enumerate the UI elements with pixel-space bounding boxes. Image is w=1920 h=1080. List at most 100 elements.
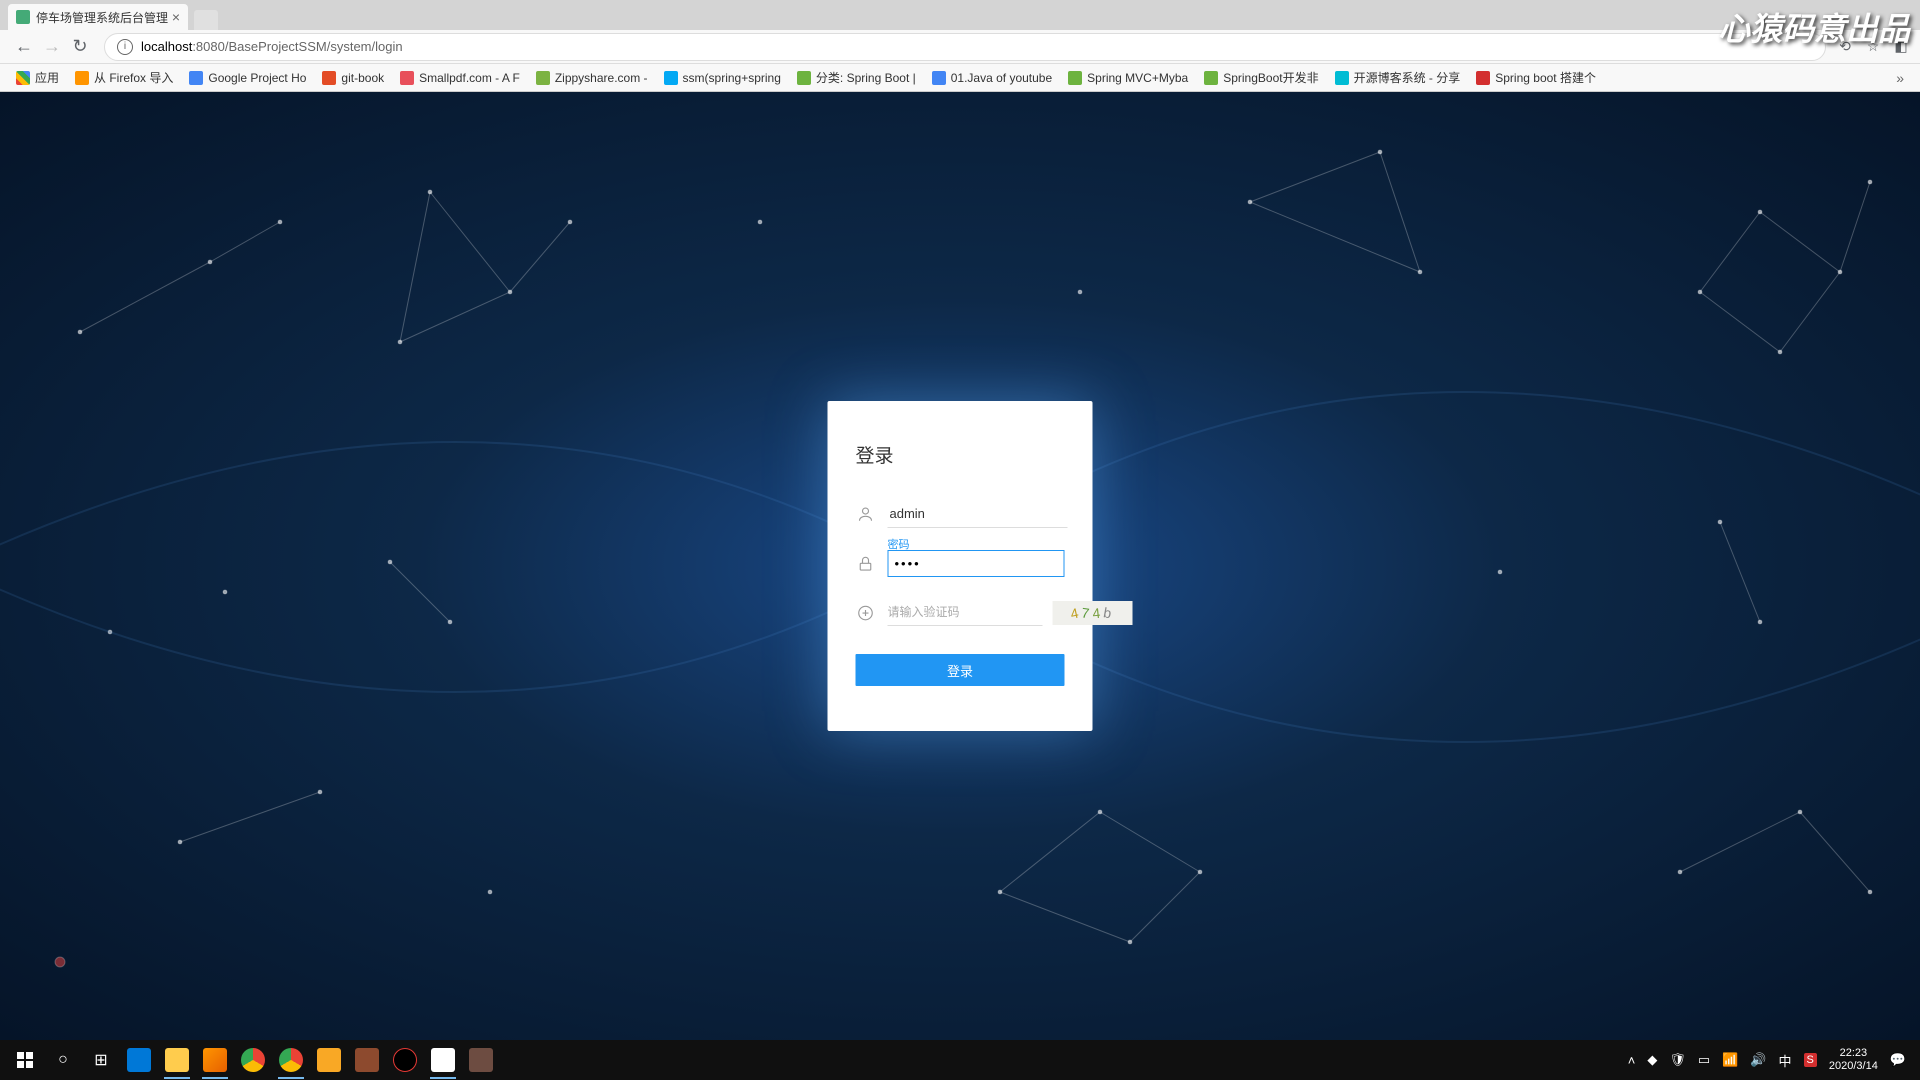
bookmark-favicon-icon (322, 71, 336, 85)
bookmark-item[interactable]: 从 Firefox 导入 (69, 66, 179, 89)
bookmark-label: git-book (341, 71, 384, 85)
start-button[interactable] (6, 1041, 44, 1079)
taskbar-clock[interactable]: 22:23 2020/3/14 (1829, 1047, 1878, 1073)
tab-close-icon[interactable]: × (172, 9, 180, 25)
tab-favicon-icon (16, 10, 30, 24)
tab-title: 停车场管理系统后台管理 (36, 9, 168, 26)
system-tray: ˄ ◆ 🛡 ▭ 📶 🔊 中 S 22:23 2020/3/14 💬 (1628, 1047, 1914, 1073)
taskbar-app-edge[interactable] (120, 1041, 158, 1079)
bookmark-item[interactable]: Spring MVC+Myba (1062, 68, 1194, 88)
bookmark-label: SpringBoot开发非 (1223, 69, 1318, 86)
taskbar-app-chrome[interactable] (234, 1041, 272, 1079)
taskbar-app[interactable] (386, 1041, 424, 1079)
bookmark-favicon-icon (400, 71, 414, 85)
watermark-text: 心猿码意出品 (1718, 4, 1910, 50)
bookmark-item[interactable]: git-book (316, 68, 390, 88)
tab-bar: 停车场管理系统后台管理 × (0, 0, 1920, 30)
bookmark-favicon-icon (1204, 71, 1218, 85)
taskbar-app[interactable] (348, 1041, 386, 1079)
lock-icon (856, 554, 876, 574)
bookmark-label: 分类: Spring Boot | (816, 69, 916, 86)
bookmark-label: 开源博客系统 - 分享 (1354, 69, 1461, 86)
login-card: 登录 密码 4 7 4 b (828, 401, 1093, 731)
login-submit-button[interactable]: 登录 (856, 654, 1065, 686)
bookmark-favicon-icon (797, 71, 811, 85)
clock-date: 2020/3/14 (1829, 1060, 1878, 1073)
bookmark-label: Spring MVC+Myba (1087, 71, 1188, 85)
apps-icon (16, 71, 30, 85)
bookmark-favicon-icon (1476, 71, 1490, 85)
password-row: 密码 (856, 550, 1065, 577)
taskbar-app[interactable] (462, 1041, 500, 1079)
new-tab-button[interactable] (194, 10, 218, 30)
url-path: :8080/BaseProjectSSM/system/login (192, 39, 402, 54)
taskbar-app[interactable] (424, 1041, 462, 1079)
password-label: 密码 (888, 536, 910, 552)
bookmark-label: Zippyshare.com - (555, 71, 648, 85)
tray-shield-icon[interactable]: 🛡 (1669, 1052, 1686, 1068)
bookmark-item[interactable]: 开源博客系统 - 分享 (1329, 66, 1467, 89)
bookmark-label: ssm(spring+spring (683, 71, 781, 85)
back-button[interactable]: ← (10, 33, 38, 61)
captcha-input[interactable] (888, 599, 1043, 626)
windows-taskbar: ○ ⊞ ˄ ◆ 🛡 ▭ 📶 🔊 中 S 22:23 2020/3/14 💬 (0, 1040, 1920, 1080)
bookmark-label: 从 Firefox 导入 (94, 69, 173, 86)
bookmark-overflow-button[interactable]: » (1890, 70, 1910, 86)
bookmark-item[interactable]: Spring boot 搭建个 (1470, 66, 1602, 89)
bookmark-label: Smallpdf.com - A F (419, 71, 520, 85)
tray-chevron-icon[interactable]: ˄ (1628, 1053, 1636, 1068)
bookmark-bar: 应用 从 Firefox 导入 Google Project Ho git-bo… (0, 64, 1920, 92)
bookmark-item[interactable]: Google Project Ho (183, 68, 312, 88)
bookmark-item[interactable]: 01.Java of youtube (926, 68, 1058, 88)
tray-volume-icon[interactable]: 🔊 (1750, 1052, 1766, 1068)
username-input[interactable] (888, 500, 1068, 528)
apps-button[interactable]: 应用 (10, 66, 65, 89)
bookmark-favicon-icon (189, 71, 203, 85)
browser-tab[interactable]: 停车场管理系统后台管理 × (8, 4, 188, 30)
login-heading: 登录 (856, 441, 1065, 468)
page-content: 登录 密码 4 7 4 b (0, 92, 1920, 1040)
bookmark-label: 01.Java of youtube (951, 71, 1052, 85)
url-host: localhost (141, 39, 192, 54)
bookmark-favicon-icon (932, 71, 946, 85)
username-row (856, 500, 1065, 528)
captcha-row: 4 7 4 b (856, 599, 1065, 626)
password-input[interactable] (888, 550, 1065, 577)
bookmark-label: Google Project Ho (208, 71, 306, 85)
bookmark-favicon-icon (75, 71, 89, 85)
forward-button[interactable]: → (38, 33, 66, 61)
bookmark-item[interactable]: 分类: Spring Boot | (791, 66, 922, 89)
tray-icon[interactable]: ◆ (1647, 1052, 1657, 1068)
bookmark-favicon-icon (1335, 71, 1349, 85)
bookmark-favicon-icon (1068, 71, 1082, 85)
site-info-icon[interactable]: i (117, 39, 133, 55)
cortana-button[interactable]: ○ (44, 1041, 82, 1079)
reload-button[interactable]: ↻ (66, 33, 94, 61)
bookmark-favicon-icon (536, 71, 550, 85)
bookmark-label: Spring boot 搭建个 (1495, 69, 1596, 86)
clock-time: 22:23 (1829, 1047, 1878, 1060)
notifications-icon[interactable]: 💬 (1890, 1052, 1906, 1068)
taskbar-app[interactable] (310, 1041, 348, 1079)
bookmark-favicon-icon (664, 71, 678, 85)
captcha-icon (856, 603, 876, 623)
taskbar-app-chrome-active[interactable] (272, 1041, 310, 1079)
user-icon (856, 504, 876, 524)
tray-battery-icon[interactable]: ▭ (1698, 1052, 1710, 1068)
url-input[interactable]: i localhost:8080/BaseProjectSSM/system/l… (104, 33, 1826, 61)
apps-label: 应用 (35, 69, 59, 86)
tray-ime-icon[interactable]: 中 (1779, 1051, 1792, 1070)
taskbar-app-firefox[interactable] (196, 1041, 234, 1079)
tray-input-icon[interactable]: S (1804, 1053, 1817, 1067)
bookmark-item[interactable]: Zippyshare.com - (530, 68, 654, 88)
browser-chrome: 停车场管理系统后台管理 × ← → ↻ i localhost:8080/Bas… (0, 0, 1920, 92)
task-view-button[interactable]: ⊞ (82, 1041, 120, 1079)
bookmark-item[interactable]: Smallpdf.com - A F (394, 68, 526, 88)
bookmark-item[interactable]: SpringBoot开发非 (1198, 66, 1324, 89)
address-bar: ← → ↻ i localhost:8080/BaseProjectSSM/sy… (0, 30, 1920, 64)
captcha-image[interactable]: 4 7 4 b (1053, 601, 1133, 625)
taskbar-app-explorer[interactable] (158, 1041, 196, 1079)
tray-wifi-icon[interactable]: 📶 (1722, 1052, 1738, 1068)
captcha-char: b (1102, 604, 1115, 622)
bookmark-item[interactable]: ssm(spring+spring (658, 68, 787, 88)
